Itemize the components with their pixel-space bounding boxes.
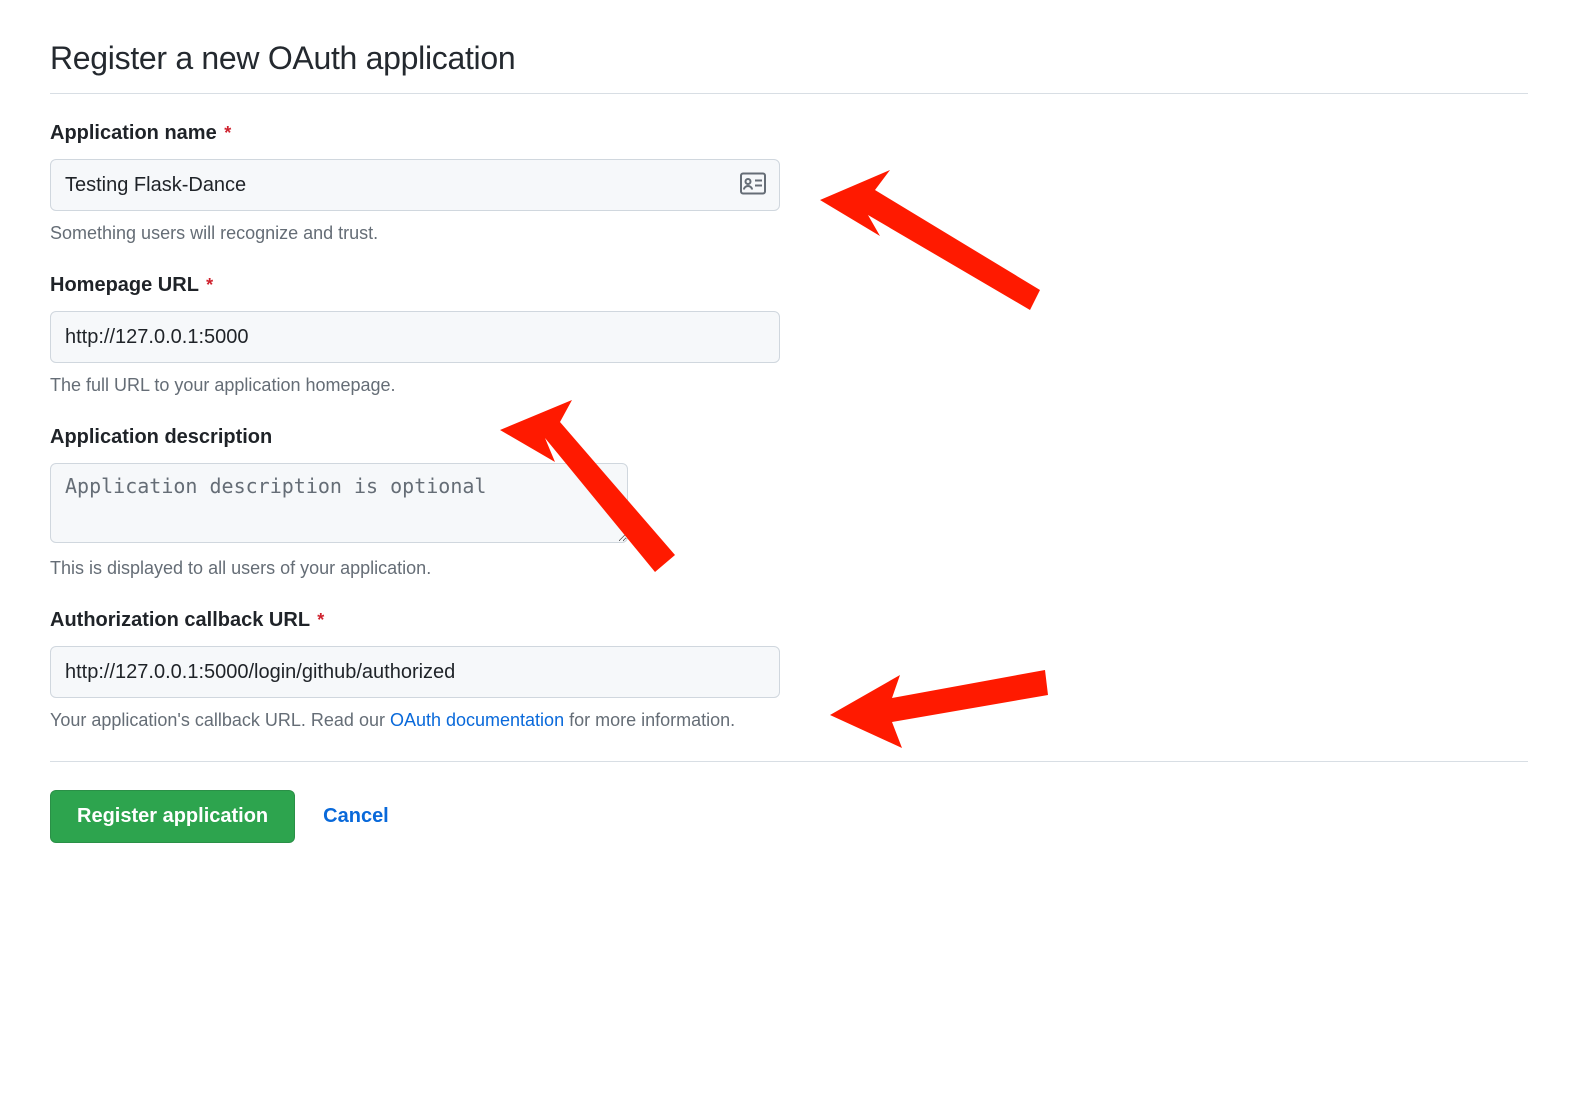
register-application-button[interactable]: Register application (50, 790, 295, 843)
callback-url-help: Your application's callback URL. Read ou… (50, 710, 1528, 731)
oauth-docs-link[interactable]: OAuth documentation (390, 710, 564, 730)
description-help: This is displayed to all users of your a… (50, 558, 1528, 579)
required-star: * (317, 610, 324, 630)
homepage-url-label-text: Homepage URL (50, 274, 199, 296)
homepage-url-label: Homepage URL * (50, 274, 1528, 297)
homepage-url-input[interactable] (50, 311, 780, 363)
required-star: * (224, 123, 231, 143)
homepage-url-help: The full URL to your application homepag… (50, 375, 1528, 396)
description-label: Application description (50, 426, 1528, 449)
callback-url-label-text: Authorization callback URL (50, 609, 310, 631)
callback-help-prefix: Your application's callback URL. Read ou… (50, 710, 390, 730)
callback-url-label: Authorization callback URL * (50, 609, 1528, 632)
app-name-input[interactable] (50, 159, 780, 211)
homepage-url-group: Homepage URL * The full URL to your appl… (50, 274, 1528, 396)
callback-url-group: Authorization callback URL * Your applic… (50, 609, 1528, 731)
page-title: Register a new OAuth application (50, 40, 1528, 77)
app-name-group: Application name * Something users will … (50, 122, 1528, 244)
app-name-help: Something users will recognize and trust… (50, 223, 1528, 244)
title-separator (50, 93, 1528, 94)
actions-separator (50, 761, 1528, 762)
app-name-input-wrap (50, 159, 780, 211)
description-textarea[interactable] (50, 463, 628, 543)
cancel-button[interactable]: Cancel (323, 805, 389, 828)
app-name-label-text: Application name (50, 122, 217, 144)
app-name-label: Application name * (50, 122, 1528, 145)
required-star: * (206, 275, 213, 295)
callback-url-input[interactable] (50, 646, 780, 698)
actions-row: Register application Cancel (50, 790, 1528, 843)
description-group: Application description This is displaye… (50, 426, 1528, 579)
callback-help-suffix: for more information. (564, 710, 735, 730)
